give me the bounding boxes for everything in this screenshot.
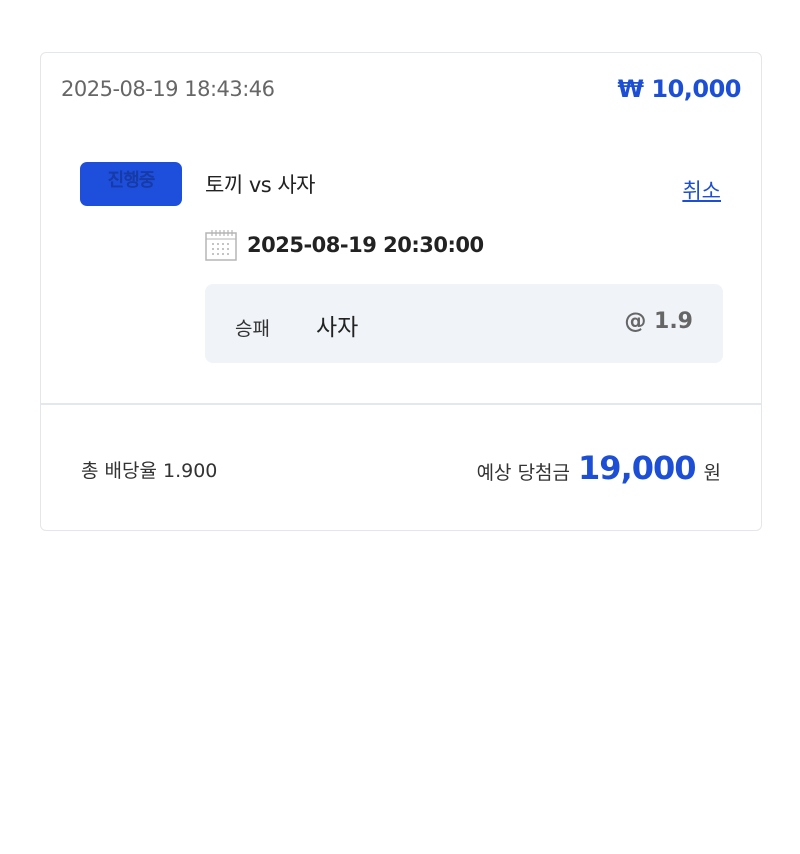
odds-value: @ 1.9 (624, 309, 693, 334)
bet-placed-time: 2025-08-19 18:43:46 (61, 77, 275, 101)
match-title: 토끼 vs 사자 (205, 173, 316, 197)
bet-card: 2025-08-19 18:43:46 ₩ 10,000 진행중 토끼 vs 사… (40, 52, 762, 531)
total-odds: 총 배당율 1.900 (81, 460, 218, 482)
stake-amount: ₩ 10,000 (617, 75, 742, 103)
payout-amount: 19,000 (578, 449, 696, 487)
payout-unit: 원 (703, 462, 721, 484)
selection-box: 승패 사자 @ 1.9 (205, 284, 723, 363)
pick-label: 사자 (316, 315, 359, 341)
divider (41, 403, 761, 405)
calendar-icon (205, 230, 237, 261)
expected-payout: 예상 당첨금 19,000 원 (477, 449, 721, 487)
payout-label: 예상 당첨금 (476, 462, 571, 484)
match-start-time: 2025-08-19 20:30:00 (247, 233, 484, 257)
status-badge: 진행중 (80, 162, 182, 206)
market-label: 승패 (235, 318, 270, 340)
cancel-link[interactable]: 취소 (682, 175, 721, 205)
